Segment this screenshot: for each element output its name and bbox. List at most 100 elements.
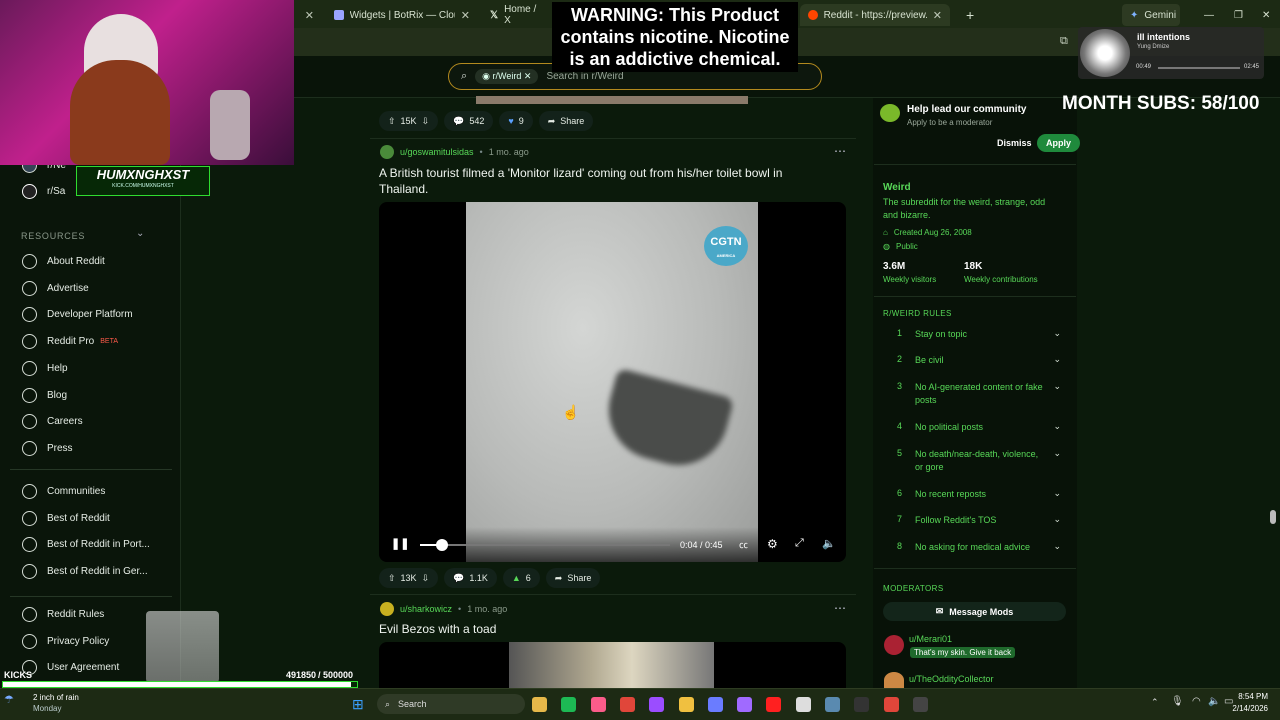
avatar[interactable] [884,672,904,688]
post-image[interactable] [379,642,846,688]
gemini-button[interactable]: ✦ Gemini [1122,4,1180,26]
downvote-icon[interactable]: ⇩ [422,116,430,127]
window-close-button[interactable]: ✕ [1254,4,1270,26]
fullscreen-icon[interactable]: ⤢ [795,537,804,550]
chevron-down-icon[interactable]: ⌄ [1053,541,1061,554]
app-purple-icon[interactable] [649,697,665,712]
clock-date[interactable]: 2/14/2026 [1220,704,1268,713]
speaker-icon[interactable]: 🔈 [1208,696,1220,707]
discord-icon[interactable] [707,697,723,712]
chevron-down-icon[interactable]: ⌄ [1053,448,1061,474]
windows-start-icon[interactable]: ⊞ [352,696,364,713]
steam-icon[interactable] [825,697,840,712]
avatar[interactable] [380,145,394,159]
chevron-down-icon[interactable]: ⌄ [1053,421,1061,434]
subreddit-search-chip[interactable]: ◉ r/Weird ✕ [475,69,539,84]
sidebar-item-best-of-reddit-in-ger[interactable]: Best of Reddit in Ger... [22,564,148,580]
chrome-icon[interactable] [883,697,899,712]
more-options-icon[interactable]: ⋯ [834,601,846,615]
sidebar-item-community-sa[interactable]: r/Sa [22,184,65,199]
sidebar-item-reddit-rules[interactable]: Reddit Rules [22,607,104,622]
rule-item-1[interactable]: 1 Stay on topic ⌄ [897,328,1061,341]
app-purple-icon[interactable] [737,697,753,712]
itunes-icon[interactable] [590,697,606,712]
sidebar-item-reddit-pro[interactable]: Reddit Pro BETA [22,334,118,350]
captions-icon[interactable]: ㏄ [739,538,748,551]
taskbar-search[interactable]: ⌕ Search [377,694,525,714]
message-mods-button[interactable]: ✉ Message Mods [883,602,1066,621]
video-player[interactable]: CGTN AMERICA ☝ ❚❚ 0:04 / 0:45 ㏄ ⚙ ⤢ 🔈 [379,202,846,562]
new-tab-button[interactable]: + [958,4,978,26]
chevron-up-icon[interactable]: ⌃ [1151,697,1159,708]
vote-buttons[interactable]: ⇧ 15K ⇩ [379,111,439,131]
upvote-icon[interactable]: ⇧ [388,573,396,584]
post-title[interactable]: A British tourist filmed a 'Monitor liza… [379,165,819,197]
page-scrollbar[interactable] [1270,510,1276,524]
apply-button[interactable]: Apply [1037,134,1081,152]
sidebar-item-communities[interactable]: Communities [22,484,105,499]
rule-item-6[interactable]: 6 No recent reposts ⌄ [897,488,1061,501]
downvote-icon[interactable]: ⇩ [422,573,430,584]
pause-button[interactable]: ❚❚ [391,537,409,550]
folder-icon[interactable] [678,697,694,712]
avatar[interactable] [380,602,394,616]
github-icon[interactable] [795,697,811,712]
clock-time[interactable]: 8:54 PM [1228,692,1268,701]
rule-item-7[interactable]: 7 Follow Reddit's TOS ⌄ [897,514,1061,527]
comments-button[interactable]: 💬 542 [444,111,494,131]
chevron-down-icon[interactable]: ⌄ [1053,354,1061,367]
moderator-name[interactable]: u/TheOddityCollector [909,674,994,684]
chevron-down-icon[interactable]: ⌄ [1053,381,1061,407]
resources-heading[interactable]: RESOURCES [21,231,85,241]
close-icon[interactable]: ✕ [461,9,470,22]
share-button[interactable]: ➦ Share [545,568,601,588]
video-seek-bar[interactable] [420,539,670,551]
obs-icon[interactable] [912,697,928,712]
maximize-button[interactable]: ❐ [1226,4,1243,26]
volume-icon[interactable]: 🔈 [822,537,836,550]
terminal-icon[interactable] [854,697,870,712]
more-options-icon[interactable]: ⋯ [834,144,846,158]
rule-item-2[interactable]: 2 Be civil ⌄ [897,354,1061,367]
tab-close-prev[interactable]: ✕ [296,4,322,26]
upvote-icon[interactable]: ⇧ [388,116,396,127]
sidebar-item-user-agreement[interactable]: User Agreement [22,660,119,676]
close-icon[interactable]: ✕ [933,9,942,22]
award-button[interactable]: ♥ 9 [499,111,533,131]
weather-text[interactable]: 2 inch of rain [33,693,79,702]
close-icon[interactable]: ✕ [524,71,532,81]
share-button[interactable]: ➦ Share [538,111,594,131]
award-button[interactable]: ▲ 6 [502,568,540,588]
settings-icon[interactable]: ⚙ [767,537,778,551]
chevron-down-icon[interactable]: ⌄ [1053,328,1061,341]
post-author[interactable]: u/goswamitulsidas [400,147,474,157]
sidebar-toggle-icon[interactable]: ⧉ [1060,35,1068,48]
tab-botrix[interactable]: Widgets | BotRix — Cloud Strea ✕ [326,4,478,26]
sidebar-item-developer-platform[interactable]: Developer Platform [22,307,133,323]
file-explorer-icon[interactable] [532,697,547,712]
chevron-up-icon[interactable]: ⌄ [136,228,144,239]
sidebar-item-careers[interactable]: Careers [22,414,83,430]
vote-buttons[interactable]: ⇧ 13K ⇩ [379,568,439,588]
minimize-button[interactable]: — [1196,4,1214,26]
rule-item-4[interactable]: 4 No political posts ⌄ [897,421,1061,434]
sidebar-item-advertise[interactable]: Advertise [22,280,89,296]
sidebar-item-help[interactable]: Help [22,360,68,376]
chevron-down-icon[interactable]: ⌄ [1053,488,1061,501]
rule-item-5[interactable]: 5 No death/near-death, violence, or gore ⌄ [897,448,1061,474]
wifi-icon[interactable]: ◠ [1192,696,1201,707]
dismiss-button[interactable]: Dismiss [990,134,1039,152]
post-author[interactable]: u/sharkowicz [400,604,452,614]
tab-reddit[interactable]: Reddit - https://preview.redd.it ✕ [800,4,950,26]
moderator-name[interactable]: u/Merari01 [909,634,952,644]
avatar[interactable] [884,635,904,655]
chrome-icon[interactable] [619,697,635,712]
tab-x-home[interactable]: 𝕏 Home / X [482,4,552,26]
sidebar-item-best-of-reddit[interactable]: Best of Reddit [22,510,110,526]
sidebar-item-press[interactable]: Press [22,440,73,456]
sidebar-item-about-reddit[interactable]: About Reddit [22,254,105,269]
spotify-icon[interactable] [561,697,577,712]
chevron-down-icon[interactable]: ⌄ [1053,514,1061,527]
comments-button[interactable]: 💬 1.1K [444,568,497,588]
post-title[interactable]: Evil Bezos with a toad [379,622,496,636]
